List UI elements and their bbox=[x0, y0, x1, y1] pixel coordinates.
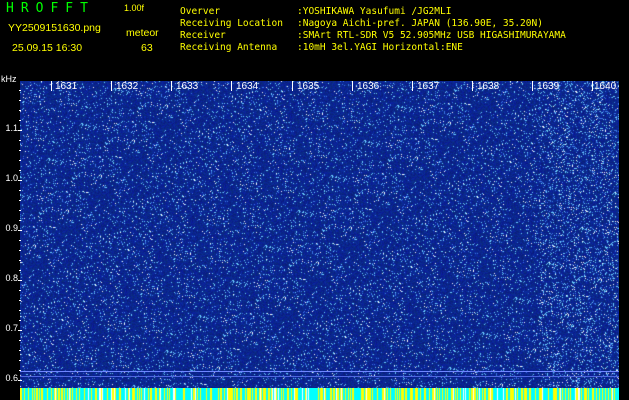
filename-label: YY2509151630.png bbox=[8, 22, 101, 34]
x-tick-mark bbox=[472, 81, 473, 91]
x-tick-mark bbox=[171, 81, 172, 91]
app-title: HROFFT bbox=[6, 1, 95, 16]
x-tick-mark bbox=[111, 81, 112, 91]
y-tick-label: 0.8 bbox=[5, 273, 18, 283]
info-key: Overver bbox=[180, 6, 221, 17]
y-tick-minor bbox=[19, 360, 21, 361]
spectrogram-plot bbox=[20, 81, 619, 400]
x-tick-label: 1638 bbox=[477, 81, 500, 92]
y-tick-minor bbox=[19, 100, 21, 101]
version-label: 1.00f bbox=[124, 3, 145, 13]
x-tick-mark bbox=[352, 81, 353, 91]
y-axis-unit: kHz bbox=[1, 74, 17, 84]
event-type-label: meteor bbox=[126, 27, 159, 39]
x-tick-label: 1634 bbox=[236, 81, 259, 92]
info-value: :SMArt RTL-SDR V5 52.905MHz USB HIGASHIM… bbox=[297, 30, 566, 41]
x-tick-label: 1631 bbox=[55, 81, 78, 92]
x-tick-mark bbox=[412, 81, 413, 91]
y-tick-minor bbox=[19, 300, 21, 301]
info-antenna: Receiving Antenna :10mH 3el.YAGI Horizont… bbox=[180, 42, 463, 53]
x-tick-label: 1637 bbox=[417, 81, 440, 92]
baseline-marker bbox=[20, 371, 619, 372]
info-value: :Nagoya Aichi-pref. JAPAN (136.90E, 35.2… bbox=[297, 18, 543, 29]
y-tick-minor bbox=[19, 170, 21, 171]
y-tick-minor bbox=[19, 110, 21, 111]
x-tick-mark bbox=[231, 81, 232, 91]
y-tick-mark bbox=[18, 130, 22, 131]
info-key: Receiver bbox=[180, 30, 226, 41]
y-tick-label: 1.1 bbox=[5, 123, 18, 133]
y-tick-minor bbox=[19, 190, 21, 191]
y-tick-minor bbox=[19, 260, 21, 261]
y-tick-minor bbox=[19, 220, 21, 221]
x-tick-mark bbox=[292, 81, 293, 91]
activity-strip bbox=[20, 388, 619, 400]
y-tick-mark bbox=[18, 280, 22, 281]
y-tick-minor bbox=[19, 140, 21, 141]
y-tick-label: 1.0 bbox=[5, 173, 18, 183]
y-tick-minor bbox=[19, 340, 21, 341]
y-tick-minor bbox=[19, 310, 21, 311]
info-key: Receiving Antenna bbox=[180, 42, 278, 53]
x-tick-mark bbox=[532, 81, 533, 91]
x-tick-mark bbox=[592, 81, 593, 91]
y-tick-minor bbox=[19, 250, 21, 251]
y-tick-minor bbox=[19, 120, 21, 121]
y-tick-label: 0.6 bbox=[5, 373, 18, 383]
y-tick-mark bbox=[18, 230, 22, 231]
info-value: :YOSHIKAWA Yasufumi /JG2MLI bbox=[297, 6, 452, 17]
y-tick-minor bbox=[19, 200, 21, 201]
info-receiver: Receiver :SMArt RTL-SDR V5 52.905MHz USB … bbox=[180, 30, 566, 41]
y-tick-minor bbox=[19, 160, 21, 161]
x-tick-label: 1636 bbox=[357, 81, 380, 92]
spectrogram-canvas bbox=[20, 81, 619, 400]
y-tick-minor bbox=[19, 210, 21, 211]
info-value: :10mH 3el.YAGI Horizontal:ENE bbox=[297, 42, 463, 53]
y-tick-mark bbox=[18, 330, 22, 331]
y-tick-minor bbox=[19, 290, 21, 291]
y-tick-label: 0.7 bbox=[5, 323, 18, 333]
x-tick-label: 1635 bbox=[297, 81, 320, 92]
event-count: 63 bbox=[141, 42, 153, 54]
baseline-marker-secondary bbox=[20, 376, 619, 377]
x-tick-label: 1640 bbox=[594, 81, 617, 92]
y-tick-minor bbox=[19, 150, 21, 151]
y-tick-minor bbox=[19, 350, 21, 351]
y-tick-label: 0.9 bbox=[5, 223, 18, 233]
hrofft-window: HROFFT 1.00f YY2509151630.png 25.09.15 1… bbox=[0, 0, 629, 400]
y-tick-minor bbox=[19, 240, 21, 241]
x-tick-label: 1633 bbox=[176, 81, 199, 92]
datetime-label: 25.09.15 16:30 bbox=[12, 42, 83, 54]
info-observer: Overver :YOSHIKAWA Yasufumi /JG2MLI bbox=[180, 6, 451, 17]
info-location: Receiving Location :Nagoya Aichi-pref. JA… bbox=[180, 18, 543, 29]
info-key: Receiving Location bbox=[180, 18, 283, 29]
y-tick-mark bbox=[18, 180, 22, 181]
y-tick-minor bbox=[19, 320, 21, 321]
y-tick-minor bbox=[19, 370, 21, 371]
x-tick-label: 1632 bbox=[116, 81, 139, 92]
y-tick-minor bbox=[19, 270, 21, 271]
y-tick-minor bbox=[19, 90, 21, 91]
x-tick-label: 1639 bbox=[537, 81, 560, 92]
y-tick-mark bbox=[18, 380, 22, 381]
x-tick-mark bbox=[51, 81, 52, 91]
